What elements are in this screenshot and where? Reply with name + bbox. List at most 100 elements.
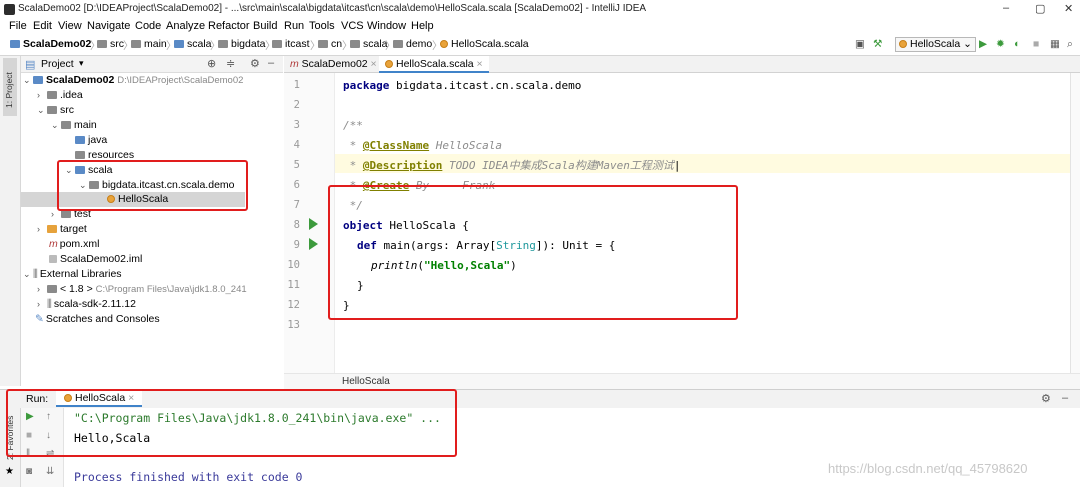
folder-icon [47, 91, 57, 99]
collapse-icon[interactable]: ≑ [226, 57, 235, 70]
tree-root[interactable]: ⌄ ScalaDemo02 D:\IDEAProject\ScalaDemo02 [23, 73, 243, 88]
folder-icon [174, 40, 184, 48]
tree-item-java[interactable]: java [75, 133, 107, 148]
line-number: 6 [293, 179, 300, 191]
tree-item-target[interactable]: › target [37, 222, 87, 237]
tree-item-src[interactable]: ⌄ src [37, 103, 74, 118]
folder-icon [47, 225, 57, 233]
minimize-button[interactable]: – [1003, 2, 1009, 14]
breadcrumb-bigdata[interactable]: bigdata [218, 38, 265, 50]
menu-view[interactable]: View [58, 20, 82, 32]
menu-tools[interactable]: Tools [309, 20, 335, 32]
editor-breadcrumb: HelloScala [284, 373, 1080, 390]
library-icon: ⫼ [33, 268, 38, 280]
tab-scalademo02[interactable]: m ScalaDemo02 × [284, 56, 383, 72]
locate-icon[interactable]: ⊕ [207, 57, 216, 70]
file-icon [49, 255, 57, 263]
gear-icon[interactable]: ⚙ [1041, 392, 1051, 405]
menu-vcs[interactable]: VCS [341, 20, 364, 32]
module-icon [10, 40, 20, 48]
annotation-box-console [6, 389, 457, 457]
menu-file[interactable]: File [9, 20, 27, 32]
chevron-down-icon: ⌄ [23, 75, 31, 85]
scroll-to-end-icon[interactable]: ⇊ [46, 466, 54, 477]
code-line-5: * @Description TODO IDEA中集成Scala构建Maven工… [343, 159, 681, 172]
build-hammer-icon[interactable]: ⚒ [873, 38, 882, 50]
camera-icon[interactable]: ◙ [26, 466, 32, 477]
editor-breadcrumb-item[interactable]: HelloScala [342, 376, 390, 387]
tree-item-jdk[interactable]: › < 1.8 > C:\Program Files\Java\jdk1.8.0_… [37, 282, 247, 297]
tree-item-scratches[interactable]: ✎ Scratches and Consoles [35, 312, 160, 327]
breadcrumb-demo[interactable]: demo [393, 38, 432, 50]
window-title: ScalaDemo02 [D:\IDEAProject\ScalaDemo02]… [18, 3, 647, 14]
tree-item-iml[interactable]: ScalaDemo02.iml [49, 252, 142, 267]
folder-icon [61, 121, 71, 129]
package-icon [393, 40, 403, 48]
tree-item-idea[interactable]: › .idea [37, 88, 83, 103]
menu-build[interactable]: Build [253, 20, 277, 32]
tree-item-main[interactable]: ⌄ main [51, 118, 97, 133]
line-number: 4 [293, 139, 300, 151]
folder-icon [47, 106, 57, 114]
menu-window[interactable]: Window [367, 20, 406, 32]
menu-code[interactable]: Code [135, 20, 161, 32]
line-number: 10 [287, 259, 300, 271]
annotation-box-code [328, 185, 738, 320]
breadcrumb-project[interactable]: ScalaDemo02 [10, 38, 91, 50]
menu-navigate[interactable]: Navigate [87, 20, 130, 32]
line-number: 8 [293, 219, 300, 231]
hide-icon[interactable]: – [1062, 392, 1068, 404]
close-icon[interactable]: × [477, 58, 483, 70]
project-tool-tab[interactable]: 1: Project [3, 58, 17, 116]
breadcrumb-file[interactable]: HelloScala.scala [440, 38, 529, 50]
tree-item-external-libraries[interactable]: ⌄ ⫼ External Libraries [23, 267, 122, 282]
folder-icon [97, 40, 107, 48]
line-number: 5 [293, 159, 300, 171]
breadcrumb-scala-pkg[interactable]: scala [350, 38, 388, 50]
close-button[interactable]: ✕ [1064, 2, 1073, 15]
annotation-box-tree [57, 160, 248, 211]
gear-icon[interactable]: ⚙ [250, 57, 260, 70]
run-icon[interactable]: ▶ [979, 38, 987, 50]
chevron-down-icon[interactable]: ▾ [79, 58, 84, 69]
menu-refactor[interactable]: Refactor [208, 20, 250, 32]
project-structure-icon[interactable]: ▣ [855, 38, 865, 50]
project-panel-header: ▤ Project ▾ ⊕ ≑ ⚙ – [21, 56, 283, 73]
close-icon[interactable]: × [371, 58, 377, 70]
breadcrumb-main[interactable]: main [131, 38, 167, 50]
code-line-4: * @ClassName HelloScala [343, 139, 502, 152]
line-number: 3 [293, 119, 300, 131]
watermark: https://blog.csdn.net/qq_45798620 [828, 461, 1028, 476]
editor-scrollbar[interactable] [1070, 73, 1080, 373]
menu-run[interactable]: Run [284, 20, 304, 32]
hide-icon[interactable]: – [268, 57, 274, 69]
breadcrumb-src[interactable]: src [97, 38, 124, 50]
project-panel-title[interactable]: Project [41, 58, 74, 70]
chevron-down-icon: ⌄ [23, 269, 31, 279]
run-config-select[interactable]: HelloScala ⌄ [895, 37, 976, 52]
menu-edit[interactable]: Edit [33, 20, 52, 32]
menu-help[interactable]: Help [411, 20, 434, 32]
breadcrumb-itcast[interactable]: itcast [272, 38, 310, 50]
coverage-icon[interactable]: ◐ [1014, 38, 1020, 50]
breadcrumb-cn[interactable]: cn [318, 38, 342, 50]
debug-icon[interactable]: ✹ [996, 38, 1005, 50]
tab-helloscala[interactable]: HelloScala.scala × [379, 56, 489, 73]
tree-item-scala-sdk[interactable]: › ⫼ scala-sdk-2.11.12 [37, 297, 136, 312]
editor-tabs: m ScalaDemo02 × HelloScala.scala × [284, 56, 1080, 73]
search-icon[interactable]: ⌕ [1067, 38, 1073, 51]
library-icon: ⫼ [47, 298, 52, 310]
menu-analyze[interactable]: Analyze [166, 20, 205, 32]
run-gutter-icon[interactable] [309, 238, 318, 250]
stop-icon[interactable]: ■ [1033, 38, 1039, 50]
project-settings-icon[interactable]: ▦ [1050, 38, 1060, 50]
restore-button[interactable]: ▢ [1035, 2, 1045, 15]
code-line-1: package bigdata.itcast.cn.scala.demo [343, 79, 582, 92]
star-icon[interactable]: ★ [5, 466, 14, 477]
run-gutter-icon[interactable] [309, 218, 318, 230]
console-exit-line: Process finished with exit code 0 [74, 470, 303, 484]
line-number: 13 [287, 319, 300, 331]
breadcrumb-scala[interactable]: scala [174, 38, 212, 50]
tree-item-pom[interactable]: m pom.xml [49, 237, 99, 252]
title-bar: ScalaDemo02 [D:\IDEAProject\ScalaDemo02]… [0, 0, 1080, 19]
